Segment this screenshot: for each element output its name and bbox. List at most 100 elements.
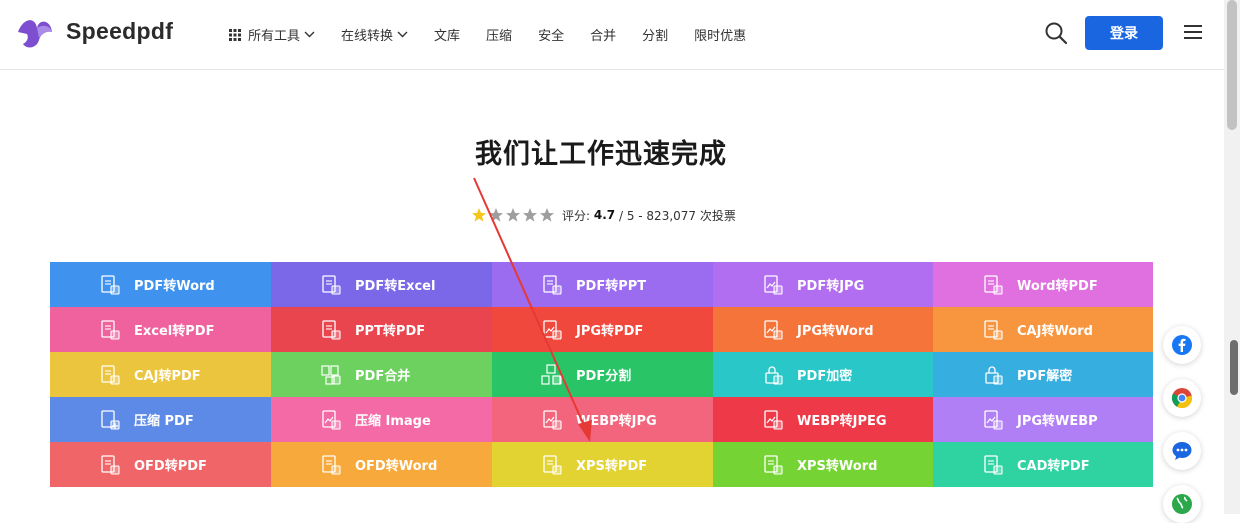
tool-tile-10[interactable]: CAJ转PDF	[50, 352, 271, 397]
rating-label: 评分:	[562, 208, 591, 223]
tool-tile-11[interactable]: PDF合并	[271, 352, 492, 397]
tool-tile-label: CAJ转Word	[1017, 324, 1093, 339]
tool-tile-24[interactable]: CAD转PDF	[933, 442, 1153, 487]
tool-tile-22[interactable]: XPS转PDF	[492, 442, 713, 487]
side-scroll-indicator[interactable]	[1230, 340, 1238, 395]
tool-tile-label: XPS转Word	[797, 459, 878, 474]
nav-item-4[interactable]: 安全	[538, 25, 564, 44]
tool-tile-19[interactable]: JPG转WEBP	[933, 397, 1153, 442]
tool-tile-9[interactable]: CAJ转Word	[933, 307, 1153, 352]
tool-tile-3[interactable]: PDF转JPG	[713, 262, 933, 307]
tool-tile-8[interactable]: JPG转Word	[713, 307, 933, 352]
image-to-image-icon	[984, 410, 1003, 430]
nav-item-0[interactable]: 所有工具	[229, 25, 315, 44]
nav-item-label: 安全	[538, 29, 565, 44]
tool-tile-label: WEBP转JPEG	[797, 414, 887, 429]
tool-tile-15[interactable]: 压缩 PDF	[50, 397, 271, 442]
hamburger-menu-icon[interactable]	[1182, 23, 1204, 41]
tool-tile-7[interactable]: JPG转PDF	[492, 307, 713, 352]
chat-icon	[1172, 442, 1192, 460]
lock-icon	[765, 366, 783, 385]
chrome-button[interactable]	[1163, 379, 1201, 417]
tool-tile-2[interactable]: PDF转PPT	[492, 262, 713, 307]
tool-tile-14[interactable]: PDF解密	[933, 352, 1153, 397]
doc-to-pdf-icon	[322, 320, 341, 340]
cad-to-pdf-icon	[984, 455, 1003, 475]
star-icon[interactable]	[488, 207, 504, 223]
tool-tile-label: XPS转PDF	[576, 459, 648, 474]
logo-text[interactable]: Speedpdf	[66, 18, 173, 45]
nav-item-3[interactable]: 压缩	[486, 25, 512, 44]
tool-tile-5[interactable]: Excel转PDF	[50, 307, 271, 352]
tool-tile-label: PPT转PDF	[355, 324, 426, 339]
tool-tile-label: JPG转WEBP	[1017, 414, 1098, 429]
nav-item-1[interactable]: 在线转换	[341, 25, 408, 44]
tool-tile-18[interactable]: WEBP转JPEG	[713, 397, 933, 442]
merge-icon	[321, 365, 341, 385]
rating-votes: / 5 - 823,077 次投票	[618, 208, 736, 223]
star-icon[interactable]	[539, 207, 555, 223]
tool-tile-1[interactable]: PDF转Excel	[271, 262, 492, 307]
tool-tile-16[interactable]: 压缩 Image	[271, 397, 492, 442]
globe-button[interactable]	[1163, 485, 1201, 523]
doc-to-pdf-icon	[984, 275, 1003, 295]
tool-tile-label: CAD转PDF	[1017, 459, 1090, 474]
nav-item-6[interactable]: 分割	[642, 25, 668, 44]
pdf-to-image-icon	[764, 275, 783, 295]
doc-to-pdf-icon	[101, 365, 120, 385]
page-title: 我们让工作迅速完成	[475, 139, 727, 170]
scrollbar-thumb[interactable]	[1227, 0, 1237, 130]
nav-item-2[interactable]: 文库	[434, 25, 460, 44]
chevron-down-icon	[304, 31, 315, 38]
search-icon[interactable]	[1043, 20, 1069, 46]
pdf-to-doc-icon	[322, 275, 341, 295]
top-header: Speedpdf 所有工具 在线转换 文库 压缩 安全 合并 分割 限时优惠 登录	[0, 0, 1224, 70]
tool-tile-label: PDF分割	[576, 369, 632, 384]
doc-to-doc-icon	[984, 320, 1003, 340]
doc-to-pdf-icon	[101, 455, 120, 475]
tool-tile-label: PDF解密	[1017, 369, 1073, 384]
tool-tile-label: WEBP转JPG	[576, 414, 657, 429]
tool-tile-label: PDF转Excel	[355, 279, 436, 294]
tool-tile-4[interactable]: Word转PDF	[933, 262, 1153, 307]
tool-tile-12[interactable]: PDF分割	[492, 352, 713, 397]
rating-stars[interactable]	[471, 207, 556, 223]
tool-tile-label: OFD转Word	[355, 459, 438, 474]
star-icon[interactable]	[505, 207, 521, 223]
speedpdf-logo-icon[interactable]	[15, 14, 55, 52]
nav-item-7[interactable]: 限时优惠	[694, 25, 746, 44]
compress-image-icon	[322, 410, 341, 430]
split-icon	[541, 364, 562, 385]
star-icon[interactable]	[471, 207, 487, 223]
tool-tile-label: JPG转Word	[797, 324, 874, 339]
tool-tile-label: CAJ转PDF	[134, 369, 201, 384]
image-to-image-icon	[543, 410, 562, 430]
nav-item-label: 所有工具	[248, 29, 301, 44]
tool-tile-21[interactable]: OFD转Word	[271, 442, 492, 487]
doc-to-pdf-icon	[101, 320, 120, 340]
nav-item-5[interactable]: 合并	[590, 25, 616, 44]
nav-item-label: 限时优惠	[694, 29, 747, 44]
image-to-image-icon	[764, 410, 783, 430]
rating-score: 4.7	[593, 208, 616, 222]
compress-icon	[101, 410, 120, 430]
tool-tile-label: OFD转PDF	[134, 459, 207, 474]
doc-to-doc-icon	[764, 455, 783, 475]
doc-to-doc-icon	[322, 455, 341, 475]
chrome-icon	[1171, 388, 1193, 409]
tool-tile-0[interactable]: PDF转Word	[50, 262, 271, 307]
tool-tile-label: PDF转PPT	[576, 279, 647, 294]
tool-tile-13[interactable]: PDF加密	[713, 352, 933, 397]
facebook-button[interactable]	[1163, 326, 1201, 364]
doc-to-pdf-icon	[543, 455, 562, 475]
chat-button[interactable]	[1163, 432, 1201, 470]
tool-tile-6[interactable]: PPT转PDF	[271, 307, 492, 352]
tool-tile-23[interactable]: XPS转Word	[713, 442, 933, 487]
tool-tile-17[interactable]: WEBP转JPG	[492, 397, 713, 442]
star-icon[interactable]	[522, 207, 538, 223]
nav-item-label: 合并	[590, 29, 617, 44]
nav-item-label: 压缩	[486, 29, 513, 44]
login-button[interactable]: 登录	[1085, 16, 1163, 50]
tool-tile-20[interactable]: OFD转PDF	[50, 442, 271, 487]
tool-tile-label: Word转PDF	[1017, 279, 1098, 294]
